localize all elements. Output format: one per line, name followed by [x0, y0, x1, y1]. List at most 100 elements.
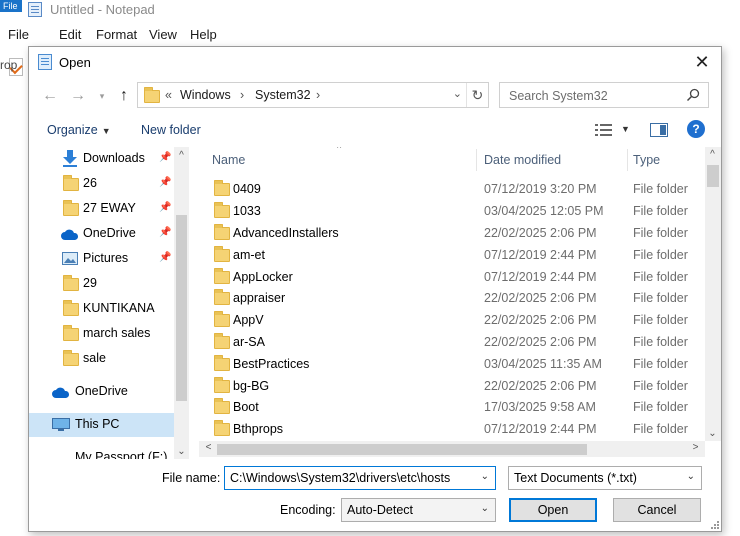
back-arrow-icon[interactable]: ←: [39, 85, 61, 107]
file-date: 17/03/2025 9:58 AM: [484, 400, 596, 414]
scroll-left-icon[interactable]: <: [201, 442, 216, 453]
nav-item-26[interactable]: 26 📌: [29, 172, 174, 196]
file-date: 22/02/2025 2:06 PM: [484, 226, 597, 240]
file-row[interactable]: am-et 07/12/2019 2:44 PM File folder: [199, 245, 705, 266]
file-type: File folder: [633, 422, 688, 436]
nav-item-this-pc[interactable]: This PC: [29, 413, 174, 437]
open-button[interactable]: Open: [509, 498, 597, 522]
menu-help[interactable]: Help: [190, 27, 217, 42]
nav-item-29[interactable]: 29: [29, 272, 174, 296]
encoding-label: Encoding:: [280, 503, 336, 517]
file-date: 22/02/2025 2:06 PM: [484, 379, 597, 393]
view-options-icon[interactable]: [595, 124, 613, 136]
file-row[interactable]: bg-BG 22/02/2025 2:06 PM File folder: [199, 376, 705, 397]
file-row[interactable]: ar-SA 22/02/2025 2:06 PM File folder: [199, 332, 705, 353]
navigation-pane: Downloads 📌 26 📌 27 EWAY 📌 OneDrive 📌 Pi…: [29, 147, 189, 459]
file-type: File folder: [633, 400, 688, 414]
recent-locations-chevron-icon[interactable]: ▾: [91, 85, 113, 107]
column-header-name[interactable]: Name: [212, 153, 245, 167]
folder-icon: [63, 300, 79, 316]
encoding-dropdown[interactable]: Auto-Detect ⌄: [341, 498, 496, 522]
sort-ascending-icon: ^: [337, 147, 342, 153]
scroll-right-icon[interactable]: >: [688, 442, 703, 453]
command-bar: Organize ▼ New folder ▼ ?: [29, 117, 721, 145]
file-name-input[interactable]: C:\Windows\System32\drivers\etc\hosts ⌄: [224, 466, 496, 490]
resize-grip-icon[interactable]: [709, 519, 719, 529]
nav-item-downloads[interactable]: Downloads 📌: [29, 147, 174, 171]
file-row[interactable]: appraiser 22/02/2025 2:06 PM File folder: [199, 288, 705, 309]
organize-button[interactable]: Organize ▼: [47, 123, 111, 137]
address-bar[interactable]: « Windows › System32 › ⌄ ↻: [137, 82, 489, 108]
file-name: am-et: [233, 248, 265, 262]
scroll-down-icon[interactable]: ⌄: [174, 446, 189, 457]
breadcrumb-system32[interactable]: System32: [255, 88, 311, 102]
search-box[interactable]: Search System32: [499, 82, 709, 108]
file-list-horizontal-scrollbar[interactable]: < >: [199, 441, 705, 457]
scrollbar-thumb[interactable]: [707, 165, 719, 187]
nav-item-27-eway[interactable]: 27 EWAY 📌: [29, 197, 174, 221]
nav-item-kuntikana[interactable]: KUNTIKANA: [29, 297, 174, 321]
nav-label: 29: [83, 276, 97, 290]
file-name-label: File name:: [162, 471, 221, 485]
nav-item-onedrive[interactable]: OneDrive: [29, 380, 174, 404]
column-divider[interactable]: [627, 149, 628, 171]
scrollbar-thumb[interactable]: [217, 444, 587, 455]
file-type: File folder: [633, 379, 688, 393]
nav-item-onedrive-pinned[interactable]: OneDrive 📌: [29, 222, 174, 246]
file-row[interactable]: AppLocker 07/12/2019 2:44 PM File folder: [199, 267, 705, 288]
cancel-button[interactable]: Cancel: [613, 498, 701, 522]
nav-item-sale[interactable]: sale: [29, 347, 174, 371]
menu-format[interactable]: Format: [96, 27, 137, 42]
chevron-right-icon[interactable]: ›: [316, 88, 320, 102]
nav-item-pictures[interactable]: Pictures 📌: [29, 247, 174, 271]
pin-icon: 📌: [159, 202, 172, 213]
column-header-type[interactable]: Type: [633, 153, 660, 167]
file-row[interactable]: 1033 03/04/2025 12:05 PM File folder: [199, 201, 705, 222]
folder-icon: [214, 398, 230, 414]
scroll-up-icon[interactable]: ^: [705, 149, 720, 160]
file-type-filter-dropdown[interactable]: Text Documents (*.txt) ⌄: [508, 466, 702, 490]
chevron-down-icon: ⌄: [480, 503, 489, 514]
forward-arrow-icon[interactable]: →: [67, 85, 89, 107]
navigation-scrollbar[interactable]: ^ ⌄: [174, 147, 189, 459]
chevron-right-icon[interactable]: ›: [240, 88, 244, 102]
scrollbar-thumb[interactable]: [176, 215, 187, 401]
file-list: ^ Name Date modified Type 0409 07/12/201…: [199, 147, 705, 447]
file-row[interactable]: Boot 17/03/2025 9:58 AM File folder: [199, 397, 705, 418]
new-folder-button[interactable]: New folder: [141, 123, 201, 137]
file-date: 07/12/2019 2:44 PM: [484, 270, 597, 284]
up-arrow-icon[interactable]: ↑: [113, 85, 135, 107]
view-caret-icon[interactable]: ▼: [621, 124, 630, 134]
preview-pane-icon[interactable]: [650, 123, 668, 137]
file-row[interactable]: AdvancedInstallers 22/02/2025 2:06 PM Fi…: [199, 223, 705, 244]
column-header-date[interactable]: Date modified: [484, 153, 561, 167]
file-row[interactable]: AppV 22/02/2025 2:06 PM File folder: [199, 310, 705, 331]
chevron-down-icon[interactable]: ⌄: [453, 87, 462, 100]
scroll-down-icon[interactable]: ⌄: [705, 428, 720, 439]
refresh-icon[interactable]: ↻: [466, 83, 488, 107]
file-list-vertical-scrollbar[interactable]: ^ ⌄: [705, 147, 721, 441]
chevron-down-icon[interactable]: ⌄: [481, 471, 489, 482]
folder-icon: [214, 224, 230, 240]
column-divider[interactable]: [476, 149, 477, 171]
folder-icon: [214, 377, 230, 393]
file-row[interactable]: Bthprops 07/12/2019 2:44 PM File folder: [199, 419, 705, 440]
breadcrumb-overflow[interactable]: «: [165, 88, 172, 102]
menu-edit[interactable]: Edit: [59, 27, 81, 42]
background-file-tab[interactable]: File: [0, 0, 22, 12]
nav-label: OneDrive: [83, 226, 136, 240]
file-name: 0409: [233, 182, 261, 196]
onedrive-icon: [61, 229, 79, 240]
file-name: appraiser: [233, 291, 286, 305]
file-row[interactable]: 0409 07/12/2019 3:20 PM File folder: [199, 179, 705, 200]
scroll-up-icon[interactable]: ^: [174, 150, 189, 161]
menu-view[interactable]: View: [149, 27, 177, 42]
help-icon[interactable]: ?: [687, 120, 705, 138]
close-icon[interactable]: ✕: [691, 51, 713, 73]
file-name-value: C:\Windows\System32\drivers\etc\hosts: [230, 471, 451, 485]
nav-item-my-passport[interactable]: My Passport (F:): [29, 446, 174, 459]
file-row[interactable]: BestPractices 03/04/2025 11:35 AM File f…: [199, 354, 705, 375]
breadcrumb-windows[interactable]: Windows: [180, 88, 231, 102]
nav-item-march-sales[interactable]: march sales: [29, 322, 174, 346]
notepad-titlebar: File Untitled - Notepad: [0, 0, 740, 22]
